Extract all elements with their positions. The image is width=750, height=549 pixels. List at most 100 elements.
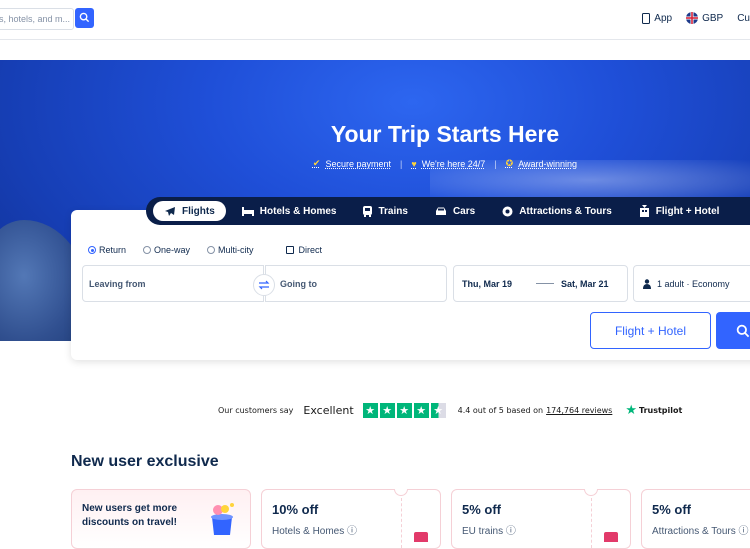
trustpilot-brand: Trustpilot: [639, 406, 683, 415]
promo-heading: New users get more discounts on travel!: [82, 503, 178, 528]
direct-checkbox[interactable]: Direct: [285, 245, 323, 255]
tab-label: Cars: [452, 205, 476, 217]
going-to-input[interactable]: Going to: [265, 265, 447, 302]
promo-subtitle: EU trains ⓘ: [462, 526, 516, 537]
trip-type-one-way[interactable]: One-way: [143, 245, 190, 255]
person-icon: [643, 278, 651, 289]
trustpilot-logo[interactable]: ★ Trustpilot: [625, 403, 682, 418]
flight-hotel-button[interactable]: Flight + Hotel: [590, 312, 711, 349]
site-search-button[interactable]: [75, 8, 94, 28]
search-flights-button[interactable]: [716, 312, 750, 349]
hero-perks: ✔ Secure payment | ♥ We're here 24/7 | ✪ Aw…: [240, 158, 650, 169]
date-range-input[interactable]: Thu, Mar 19 Sat, Mar 21: [453, 265, 628, 302]
promo-section-title: New user exclusive: [71, 453, 219, 470]
tab-flight-hotel[interactable]: Flight + Hotel: [628, 201, 731, 221]
tab-label: Attractions & Tours: [519, 205, 612, 217]
star-icon: ★: [362, 403, 378, 418]
promo-card-hotels[interactable]: 10% off Hotels & Homes ⓘ: [261, 489, 441, 549]
trustpilot-prefix: Our customers say: [218, 406, 294, 415]
app-link[interactable]: App: [642, 12, 673, 24]
trip-type-return[interactable]: Return: [88, 245, 126, 255]
trustpilot-reviews-link[interactable]: 174,764 reviews: [546, 406, 612, 415]
flight-hotel-icon: [639, 205, 650, 217]
trip-type-label: Return: [99, 245, 127, 255]
award-icon: ✪: [505, 158, 514, 168]
search-icon: [79, 12, 90, 23]
tab-label: Flight + Hotel: [655, 205, 720, 217]
currency-selector[interactable]: GBP: [686, 12, 723, 24]
search-icon: [736, 324, 750, 338]
trip-type-label: Multi-city: [218, 245, 254, 255]
promo-card-trains[interactable]: 5% off EU trains ⓘ: [451, 489, 631, 549]
promo-heading: 5% off: [462, 502, 501, 517]
coupon-notch: [394, 489, 408, 496]
customer-support-link[interactable]: Cu: [737, 13, 750, 24]
uk-flag-icon: [686, 12, 699, 24]
tab-trains[interactable]: Trains: [352, 201, 418, 221]
site-search-input[interactable]: s, hotels, and m...: [0, 8, 74, 30]
trip-type-multi-city[interactable]: Multi-city: [207, 245, 254, 255]
trustpilot-widget: Our customers say Excellent ★ ★ ★ ★ ★ 4.…: [218, 403, 682, 418]
star-icon: ★: [379, 403, 395, 418]
tab-label: Trains: [378, 205, 408, 217]
promo-heading: 5% off: [652, 502, 691, 517]
perk-separator: |: [494, 158, 497, 169]
coupon-divider: [401, 498, 402, 548]
phone-icon: [642, 12, 651, 24]
trip-type-label: One-way: [154, 245, 191, 255]
perk-label: Secure payment: [325, 158, 392, 169]
coupon-tag-icon: [604, 532, 618, 542]
coupon-notch: [584, 489, 598, 496]
trustpilot-score: 4.4 out of 5 based on: [457, 406, 544, 415]
bed-icon: [241, 206, 254, 216]
tab-hotels-homes[interactable]: Hotels & Homes: [231, 201, 348, 221]
trustpilot-stars: ★ ★ ★ ★ ★: [362, 403, 448, 418]
radio-icon: [88, 246, 96, 254]
perk-support: ♥ We're here 24/7: [411, 159, 485, 169]
trustpilot-rating-word: Excellent: [303, 404, 354, 417]
top-bar: s, hotels, and m... App GBP Cu: [0, 0, 750, 40]
perk-separator: |: [400, 158, 403, 169]
product-tabs: Flights Hotels & Homes Trains Cars Attra…: [146, 197, 750, 225]
tab-label: Flights: [182, 205, 215, 217]
attraction-icon: [502, 206, 513, 217]
plane-icon: [164, 206, 176, 217]
star-icon: ★: [396, 403, 412, 418]
promo-card-new-users[interactable]: New users get more discounts on travel!: [71, 489, 251, 549]
train-icon: [363, 205, 373, 217]
leaving-from-placeholder: Leaving from: [89, 278, 146, 289]
promo-subtitle: Hotels & Homes ⓘ: [272, 526, 358, 537]
star-icon: ★: [413, 403, 429, 418]
coupon-tag-icon: [414, 532, 428, 542]
passengers-class-selector[interactable]: 1 adult · Economy: [633, 265, 750, 302]
perk-label: Award-winning: [518, 158, 578, 169]
tab-attractions-tours[interactable]: Attractions & Tours: [491, 201, 623, 221]
hero-title: Your Trip Starts Here: [330, 121, 560, 147]
promo-subtitle: Attractions & Tours ⓘ: [652, 526, 749, 537]
tab-cars[interactable]: Cars: [424, 201, 486, 221]
radio-icon: [207, 246, 216, 254]
leaving-from-input[interactable]: Leaving from: [82, 265, 264, 302]
perk-label: We're here 24/7: [421, 158, 486, 169]
app-label: App: [654, 12, 673, 24]
radio-icon: [143, 246, 152, 254]
swap-airports-button[interactable]: [253, 274, 275, 296]
flight-search-card: Return One-way Multi-city Direct Leaving…: [71, 210, 750, 360]
top-right-menu: App GBP Cu: [628, 12, 750, 24]
perk-secure-payment: ✔ Secure payment: [313, 158, 391, 169]
direct-label: Direct: [298, 245, 323, 255]
trustpilot-star-icon: ★: [625, 403, 637, 418]
tab-label: Hotels & Homes: [259, 205, 337, 217]
promo-card-attractions[interactable]: 5% off Attractions & Tours ⓘ: [641, 489, 750, 549]
swap-icon: [258, 280, 270, 290]
checkbox-icon: [285, 246, 294, 254]
car-icon: [435, 207, 447, 216]
going-to-placeholder: Going to: [280, 278, 317, 289]
half-star-icon: ★: [430, 403, 446, 418]
currency-label: GBP: [702, 12, 724, 24]
date-separator: [536, 283, 555, 284]
promo-heading: 10% off: [272, 502, 319, 517]
tab-flights[interactable]: Flights: [153, 201, 226, 221]
trip-type-options: Return One-way Multi-city Direct: [88, 245, 322, 255]
perk-award: ✪ Award-winning: [506, 158, 577, 169]
